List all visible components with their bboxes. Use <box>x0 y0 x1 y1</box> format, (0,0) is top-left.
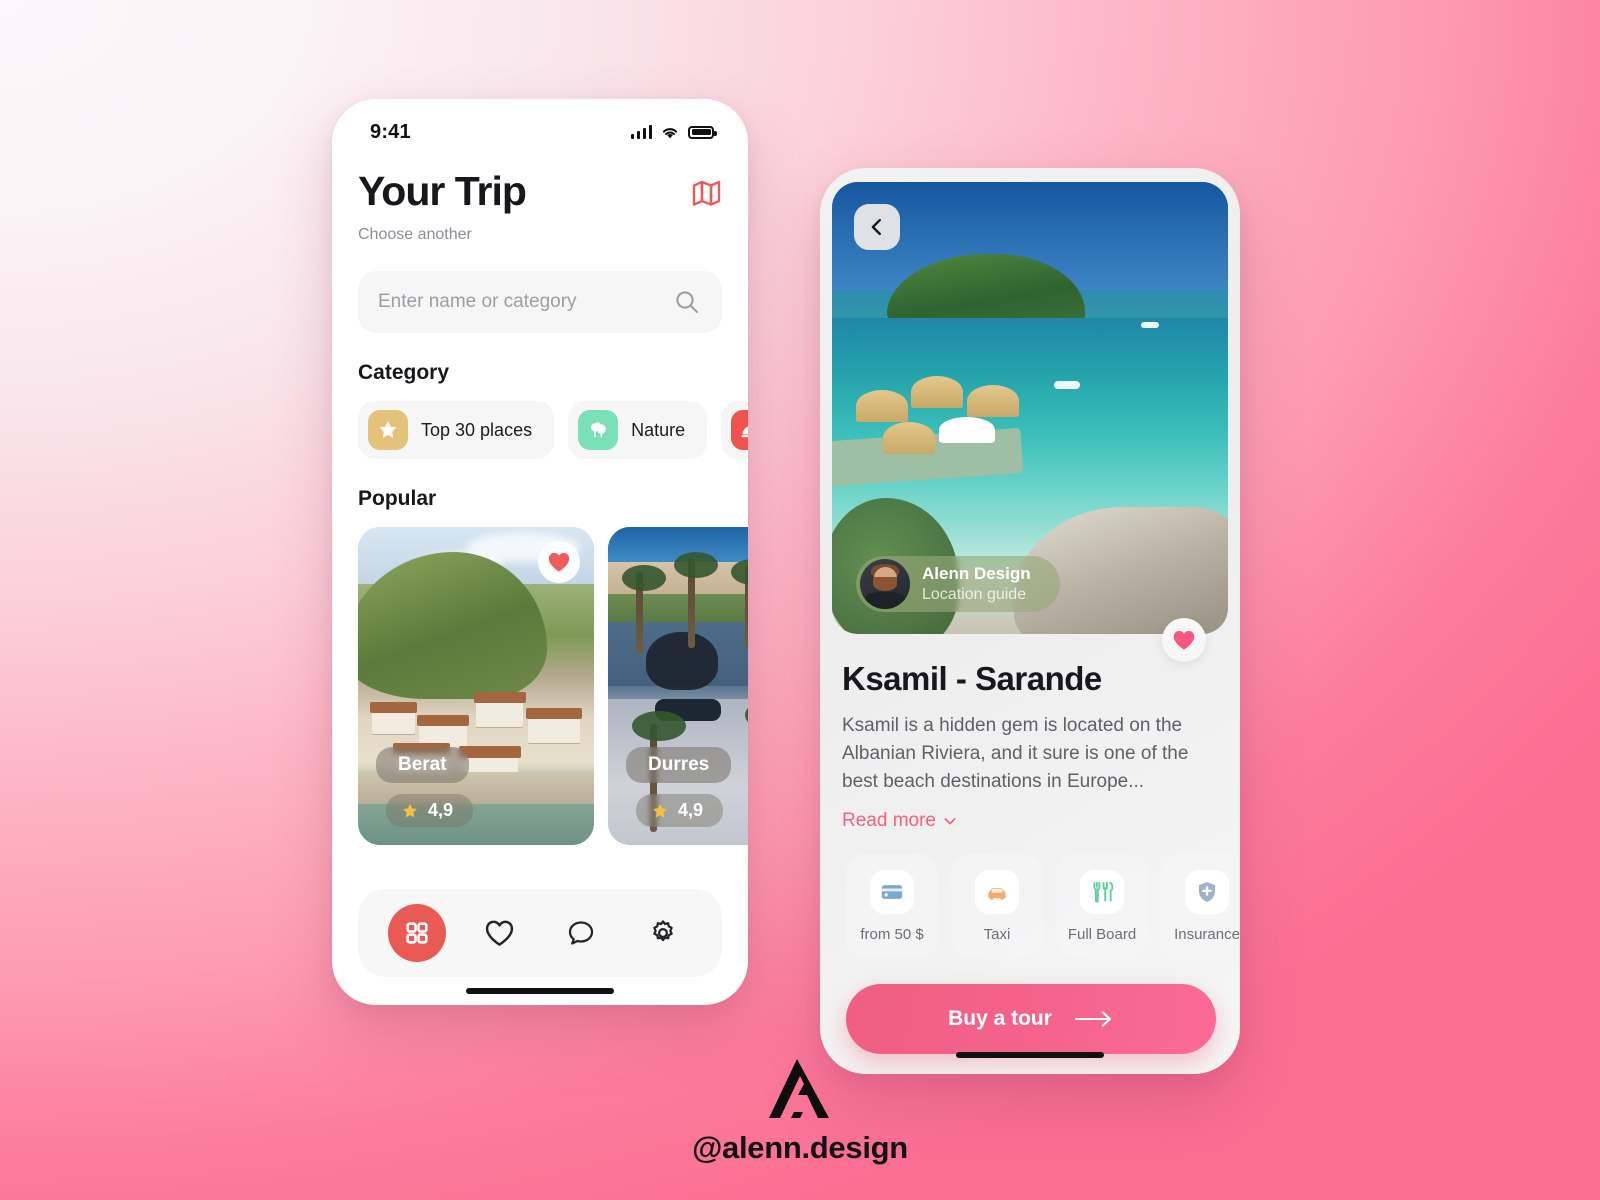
popular-section-title: Popular <box>358 487 437 510</box>
status-icons <box>630 125 717 140</box>
feature-label: Taxi <box>983 925 1011 943</box>
heart-icon <box>485 920 513 946</box>
taxi-car-icon <box>975 869 1019 914</box>
detail-content: Ksamil - Sarande Ksamil is a hidden gem … <box>832 634 1240 1055</box>
popular-card-berat[interactable]: Berat 4,9 <box>358 527 594 845</box>
shield-plus-icon <box>1185 869 1229 914</box>
page-title: Your Trip <box>358 168 527 214</box>
rating-value: 4,9 <box>678 800 704 820</box>
arrow-right-icon <box>1074 1011 1111 1027</box>
author-name: Alenn Design <box>922 564 1031 584</box>
nav-item-home[interactable] <box>388 904 446 962</box>
author-role: Location guide <box>922 585 1027 603</box>
feature-label: Insurance <box>1174 925 1240 943</box>
avatar <box>860 559 910 609</box>
popular-card-rating: 4,9 <box>636 794 724 827</box>
buy-button-label: Buy a tour <box>948 1007 1052 1031</box>
feature-label: from 50 $ <box>860 925 924 943</box>
phone-left: 9:41 Your Trip Choose another Enter name… <box>332 99 748 1005</box>
wifi-icon <box>662 127 678 138</box>
search-input[interactable] <box>378 291 664 313</box>
phone-right: Alenn Design Location guide Ksamil - Sar… <box>820 168 1240 1074</box>
bottom-nav <box>358 889 722 977</box>
feature-chip-price[interactable]: from 50 $ <box>846 854 938 959</box>
heart-filled-icon <box>548 552 570 572</box>
popular-card-name: Durres <box>626 747 732 783</box>
read-more-label: Read more <box>842 810 936 832</box>
rating-value: 4,9 <box>428 800 454 820</box>
hero-image: Alenn Design Location guide <box>832 182 1228 634</box>
feature-chip-taxi[interactable]: Taxi <box>951 854 1043 959</box>
popular-card-rating: 4,9 <box>386 794 474 827</box>
cellular-bars-icon <box>630 125 652 139</box>
buy-a-tour-button[interactable]: Buy a tour <box>846 984 1216 1055</box>
category-chip-label: Nature <box>631 419 686 440</box>
feature-chip-insurance[interactable]: Insurance <box>1161 854 1240 959</box>
status-time: 9:41 <box>370 120 411 143</box>
nav-item-settings[interactable] <box>634 904 692 962</box>
star-icon <box>653 803 667 817</box>
watermark: @alenn.design <box>0 1056 1600 1166</box>
alenn-a-logo <box>769 1059 829 1118</box>
nav-item-messages[interactable] <box>552 904 610 962</box>
search-bar[interactable] <box>358 271 722 333</box>
home-indicator <box>466 988 614 994</box>
gear-icon <box>653 920 673 942</box>
heart-filled-icon <box>1173 630 1195 650</box>
feature-chip-board[interactable]: Full Board <box>1056 854 1148 959</box>
status-bar: 9:41 <box>332 99 748 151</box>
trees-icon <box>578 410 619 450</box>
popular-card-name: Berat <box>376 747 469 783</box>
category-chip-label: Top 30 places <box>421 419 533 440</box>
read-more-button[interactable]: Read more <box>842 810 958 832</box>
category-chip-nature[interactable]: Nature <box>568 401 708 459</box>
category-chips: Top 30 places Nature <box>358 401 748 459</box>
star-icon <box>368 410 408 450</box>
battery-icon <box>688 125 717 139</box>
nav-item-favorites[interactable] <box>470 904 528 962</box>
category-chip-top-30-places[interactable]: Top 30 places <box>358 401 555 459</box>
popular-cards: Berat 4,9 Durres 4,9 <box>358 527 748 845</box>
credit-card-icon <box>870 869 914 914</box>
left-phone-body: Your Trip Choose another Category <box>332 171 748 845</box>
category-chip-food[interactable] <box>721 401 748 459</box>
map-icon[interactable] <box>692 179 722 212</box>
grid-icon <box>406 922 428 944</box>
search-icon[interactable] <box>674 289 700 315</box>
chevron-down-icon <box>944 818 956 825</box>
chat-bubble-icon <box>568 921 594 945</box>
author-badge[interactable]: Alenn Design Location guide <box>856 556 1060 612</box>
watermark-handle: @alenn.design <box>692 1130 908 1165</box>
detail-title: Ksamil - Sarande <box>842 660 1102 697</box>
star-icon <box>403 803 417 817</box>
chevron-left-icon <box>871 218 881 236</box>
food-cloche-icon <box>731 410 748 450</box>
feature-label: Full Board <box>1067 925 1137 943</box>
back-button[interactable] <box>854 204 900 250</box>
detail-screen: Alenn Design Location guide Ksamil - Sar… <box>832 182 1240 1060</box>
cutlery-icon <box>1080 869 1124 914</box>
favorite-button[interactable] <box>538 541 580 583</box>
favorite-button[interactable] <box>1162 618 1206 662</box>
page-subtitle: Choose another <box>358 226 472 243</box>
feature-chips: from 50 $ Taxi Full Board Insurance <box>842 854 1240 959</box>
popular-card-durres[interactable]: Durres 4,9 <box>608 527 748 845</box>
detail-description: Ksamil is a hidden gem is located on the… <box>842 715 1189 793</box>
header: Your Trip Choose another <box>358 171 722 244</box>
category-section-title: Category <box>358 361 450 384</box>
